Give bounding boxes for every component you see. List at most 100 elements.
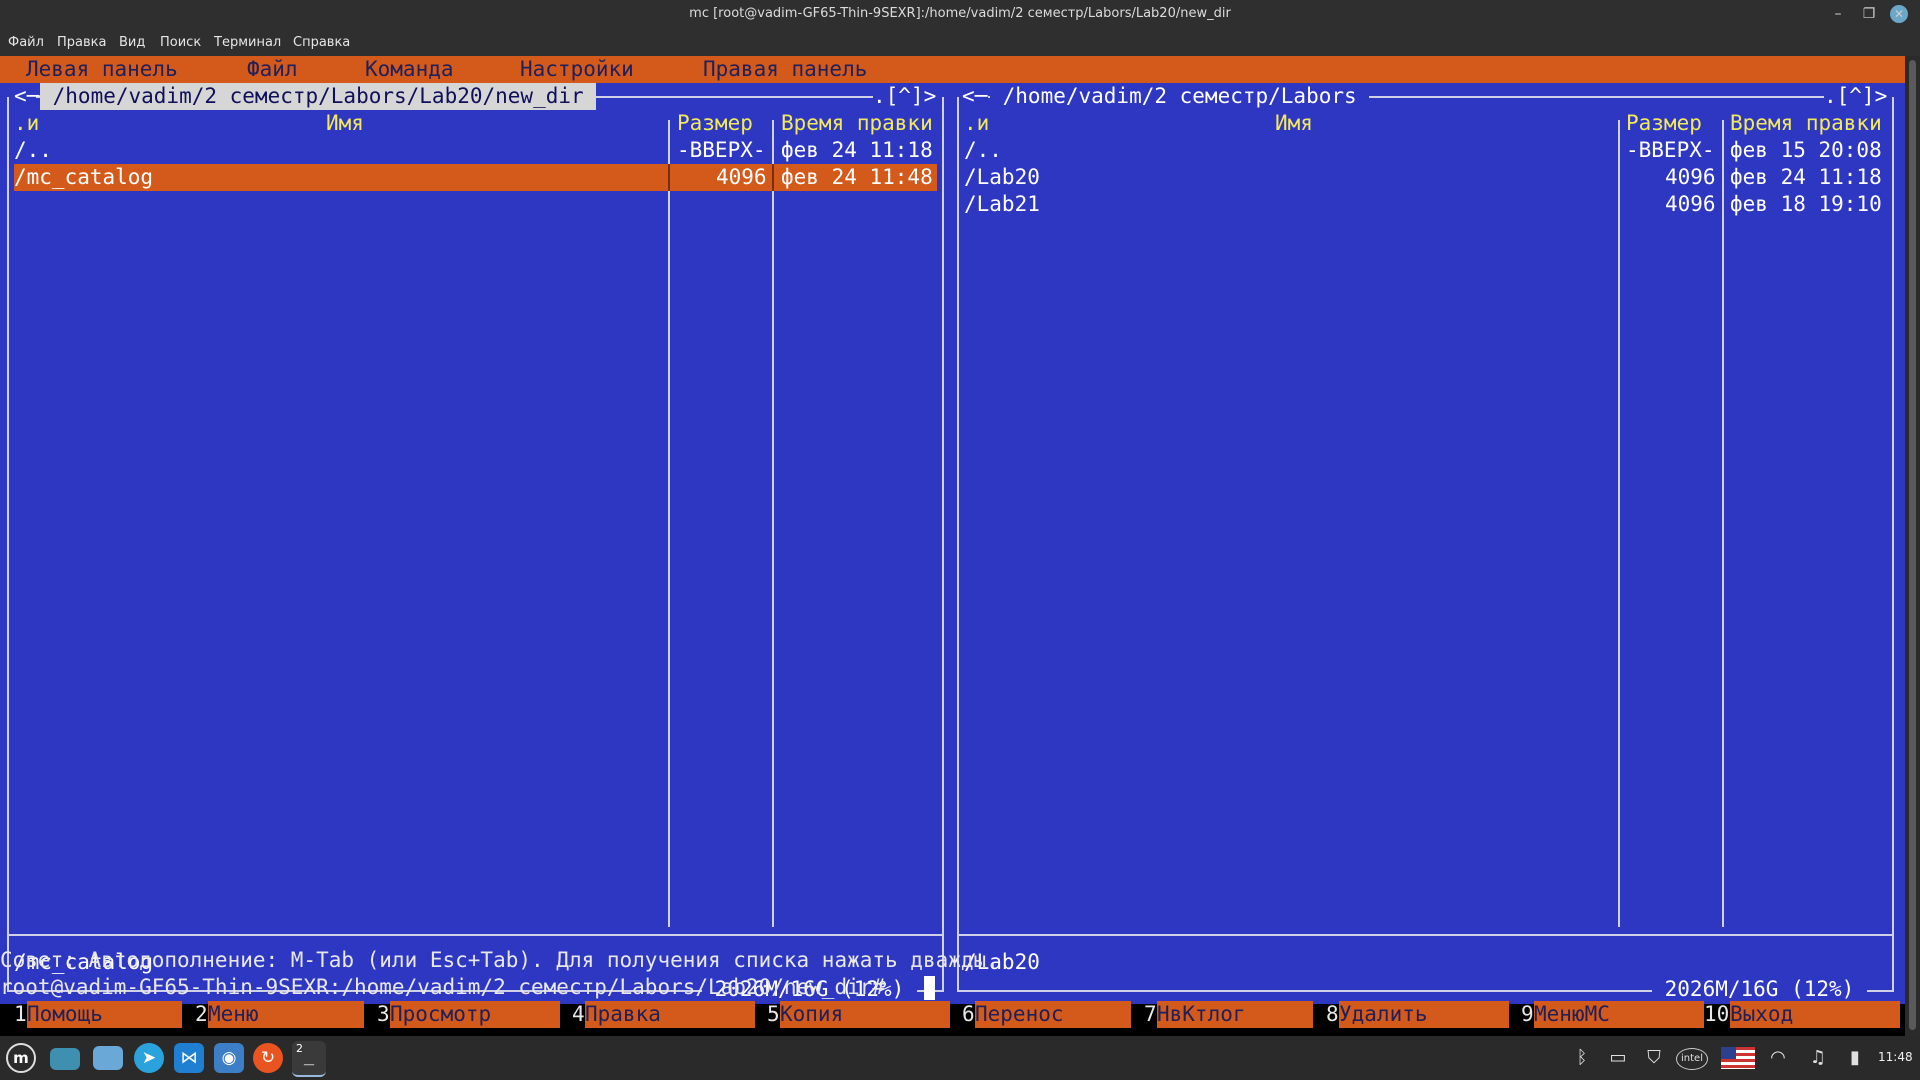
function-key-bar: 1 Помощь 2 Меню 3 Просмотр 4 Правка 5 Ко… bbox=[0, 1001, 1905, 1028]
mc-menu-right-panel[interactable]: Правая панель bbox=[703, 56, 867, 83]
header-size[interactable]: Размер bbox=[1626, 110, 1702, 137]
fkey-label[interactable]: Помощь bbox=[27, 1001, 182, 1028]
clipboard-icon[interactable]: ▭ bbox=[1606, 1046, 1630, 1070]
menu-help[interactable]: Справка bbox=[293, 35, 350, 50]
header-marker[interactable]: .и bbox=[14, 110, 39, 137]
fkey-edit[interactable]: 4 Правка bbox=[572, 1001, 755, 1028]
menu-view[interactable]: Вид bbox=[119, 35, 145, 50]
fkey-move[interactable]: 6 Перенос bbox=[962, 1001, 1131, 1028]
fkey-number: 5 bbox=[767, 1002, 780, 1026]
fkey-label[interactable]: Перенос bbox=[975, 1001, 1131, 1028]
column-divider-time bbox=[1722, 120, 1724, 927]
fkey-number: 6 bbox=[962, 1002, 975, 1026]
header-marker[interactable]: .и bbox=[964, 110, 989, 137]
frame-corner-right[interactable]: .[^]> bbox=[1824, 83, 1888, 110]
command-prompt[interactable]: root@vadim-GF65-Thin-9SEXR:/home/vadim/2… bbox=[0, 974, 885, 1001]
text-cursor bbox=[924, 976, 935, 1000]
wifi-icon[interactable]: ◠ bbox=[1765, 1046, 1791, 1070]
fkey-label[interactable]: Копия bbox=[780, 1001, 950, 1028]
column-divider-time bbox=[772, 164, 774, 191]
fkey-menu[interactable]: 2 Меню bbox=[195, 1001, 364, 1028]
left-panel-path[interactable]: /home/vadim/2 семестр/Labors/Lab20/new_d… bbox=[40, 83, 597, 110]
scrollbar-thumb[interactable] bbox=[1909, 60, 1916, 1030]
files-icon[interactable] bbox=[93, 1046, 123, 1070]
close-button[interactable]: ✕ bbox=[1890, 5, 1908, 23]
frame-corner-left[interactable]: <─ bbox=[962, 83, 988, 110]
minimize-button[interactable]: – bbox=[1827, 3, 1849, 25]
fkey-label[interactable]: МенюМС bbox=[1534, 1001, 1704, 1028]
fkey-label[interactable]: НвКтлог bbox=[1157, 1001, 1313, 1028]
clock[interactable]: 11:48 bbox=[1878, 1050, 1913, 1064]
bluetooth-icon[interactable]: ᛒ bbox=[1570, 1046, 1594, 1070]
intel-icon[interactable]: intel bbox=[1676, 1048, 1708, 1070]
fkey-view[interactable]: 3 Просмотр bbox=[377, 1001, 560, 1028]
frame-corner-left[interactable]: <─ bbox=[14, 83, 39, 110]
fkey-help[interactable]: 1 Помощь bbox=[14, 1001, 182, 1028]
file-row-size: 4096 bbox=[1665, 192, 1716, 216]
fkey-label[interactable]: Правка bbox=[585, 1001, 755, 1028]
file-row-size: -ВВЕРХ- bbox=[677, 138, 766, 162]
header-time[interactable]: Время правки bbox=[781, 110, 933, 137]
flag-canton bbox=[1721, 1047, 1736, 1059]
file-row-name[interactable]: /Lab21 bbox=[964, 191, 1040, 218]
file-row-name[interactable]: /mc_catalog bbox=[14, 164, 153, 191]
panel-frame-left bbox=[7, 97, 9, 991]
mc-menu-options[interactable]: Настройки bbox=[520, 56, 634, 83]
fkey-mkdir[interactable]: 7 НвКтлог bbox=[1144, 1001, 1313, 1028]
music-icon[interactable]: ♫ bbox=[1806, 1046, 1830, 1070]
fkey-delete[interactable]: 8 Удалить bbox=[1326, 1001, 1509, 1028]
telegram-icon[interactable]: ➤ bbox=[134, 1043, 164, 1073]
fkey-label[interactable]: Выход bbox=[1730, 1001, 1900, 1028]
mc-menu-file[interactable]: Файл bbox=[247, 56, 298, 83]
fkey-mc-menu[interactable]: 9 МенюМС bbox=[1521, 1001, 1704, 1028]
fkey-number: 2 bbox=[195, 1002, 208, 1026]
taskbar: m ➤ ⋈ ◉ ↻ 2 _ ᛒ ▭ ⛉ intel ◠ ♫ ▮ 11:48 bbox=[0, 1036, 1920, 1080]
fkey-number: 8 bbox=[1326, 1002, 1339, 1026]
maximize-button[interactable]: ❐ bbox=[1858, 3, 1880, 25]
us-flag-icon[interactable] bbox=[1721, 1047, 1755, 1069]
terminal-scrollbar[interactable] bbox=[1905, 56, 1920, 1036]
shield-icon[interactable]: ⛉ bbox=[1641, 1046, 1667, 1070]
file-row-size: -ВВЕРХ- bbox=[1626, 138, 1715, 162]
fkey-copy[interactable]: 5 Копия bbox=[767, 1001, 950, 1028]
mc-menubar: Левая панель Файл Команда Настройки Прав… bbox=[0, 56, 1905, 83]
mint-menu-icon[interactable]: m bbox=[6, 1043, 36, 1073]
fkey-label[interactable]: Меню bbox=[208, 1001, 364, 1028]
fkey-exit[interactable]: 10 Выход bbox=[1704, 1001, 1900, 1028]
window-count-badge: 2 bbox=[296, 1042, 303, 1055]
right-panel[interactable]: <─ /home/vadim/2 семестр/Labors .[^]> .и… bbox=[952, 83, 1905, 1004]
file-row-name[interactable]: /Lab20 bbox=[964, 164, 1040, 191]
panel-frame-right bbox=[1892, 97, 1894, 991]
frame-corner-right[interactable]: .[^]> bbox=[873, 83, 937, 110]
right-panel-path[interactable]: /home/vadim/2 семестр/Labors bbox=[990, 83, 1370, 110]
fkey-number: 3 bbox=[377, 1002, 390, 1026]
mc-menu-left-panel[interactable]: Левая панель bbox=[26, 56, 178, 83]
terminal-area[interactable]: Левая панель Файл Команда Настройки Прав… bbox=[0, 56, 1920, 1036]
header-name[interactable]: Имя bbox=[326, 110, 364, 137]
hint-line: Совет: Автодополнение: M-Tab (или Esc+Ta… bbox=[0, 948, 999, 972]
mc-menu-command[interactable]: Команда bbox=[365, 56, 454, 83]
column-divider-size bbox=[668, 164, 670, 191]
file-row-name[interactable]: /.. bbox=[964, 137, 1002, 164]
menu-terminal[interactable]: Терминал bbox=[214, 35, 281, 50]
vscode-icon[interactable]: ⋈ bbox=[174, 1043, 204, 1073]
left-panel[interactable]: <─ /home/vadim/2 семестр/Labors/Lab20/ne… bbox=[0, 83, 952, 1004]
column-divider-time bbox=[772, 120, 774, 927]
file-row-name[interactable]: /.. bbox=[14, 137, 52, 164]
ubuntu-icon[interactable]: ↻ bbox=[253, 1043, 283, 1073]
menu-file[interactable]: Файл bbox=[8, 35, 44, 50]
battery-icon[interactable]: ▮ bbox=[1843, 1046, 1867, 1070]
fkey-label[interactable]: Просмотр bbox=[390, 1001, 560, 1028]
header-size[interactable]: Размер bbox=[677, 110, 753, 137]
show-desktop-icon[interactable] bbox=[50, 1048, 80, 1070]
file-row-time: фев 24 11:48 bbox=[781, 165, 933, 189]
file-row-time: фев 24 11:18 bbox=[781, 138, 933, 162]
menu-edit[interactable]: Правка bbox=[57, 35, 106, 50]
disk-usage: 2026M/16G (12%) bbox=[1652, 976, 1867, 1003]
header-time[interactable]: Время правки bbox=[1730, 110, 1882, 137]
fkey-label[interactable]: Удалить bbox=[1339, 1001, 1509, 1028]
header-name[interactable]: Имя bbox=[1275, 110, 1313, 137]
menu-search[interactable]: Поиск bbox=[160, 35, 201, 50]
terminal-icon[interactable]: 2 _ bbox=[292, 1041, 326, 1077]
screenshot-icon[interactable]: ◉ bbox=[214, 1043, 244, 1073]
